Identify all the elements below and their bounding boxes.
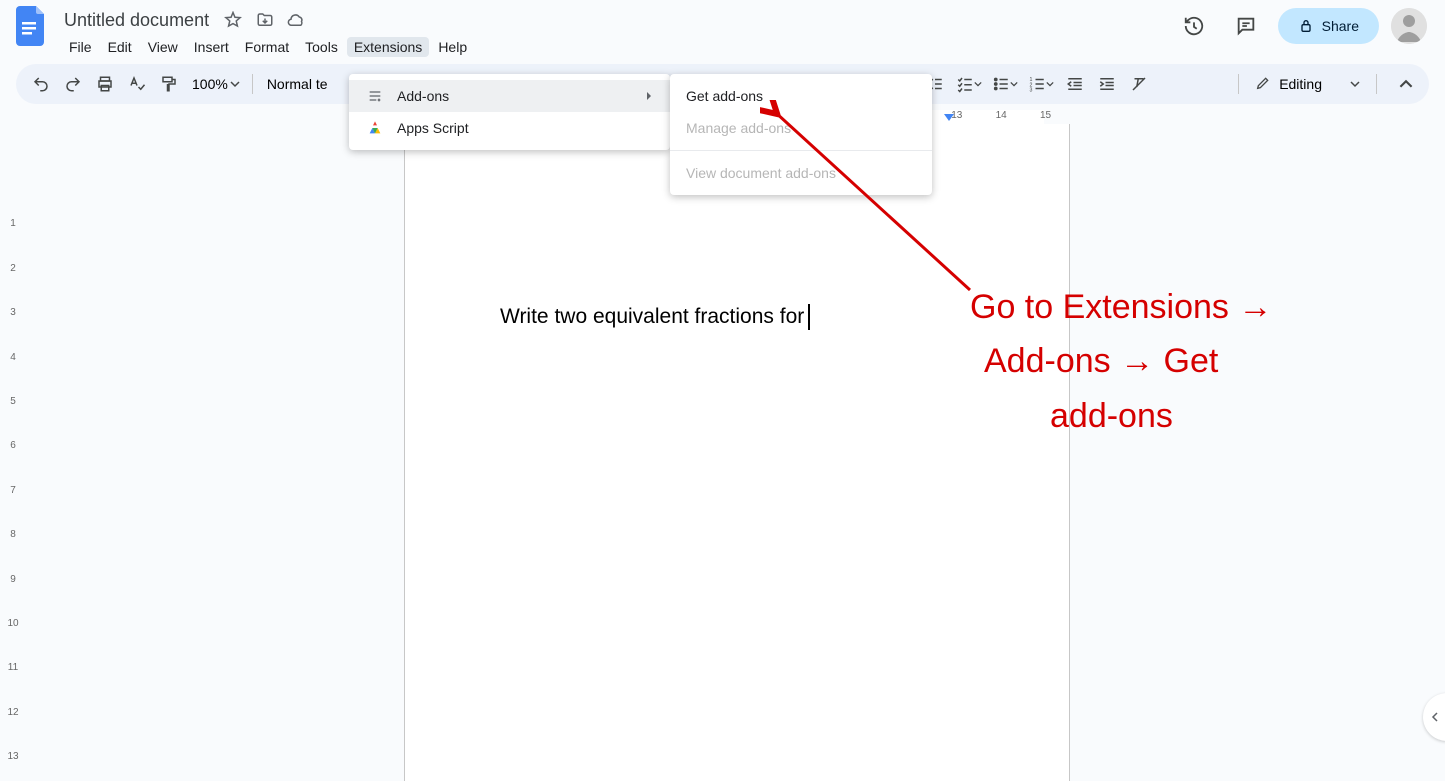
addons-menu-item-get-add-ons[interactable]: Get add-ons [670,80,932,112]
menu-item-label: Apps Script [397,120,469,136]
ruler-tick: 11 [0,662,26,673]
clear-formatting-button[interactable] [1124,69,1154,99]
menu-help[interactable]: Help [431,37,474,57]
ruler-tick: 15 [1040,110,1051,121]
side-panel-toggle[interactable] [1423,693,1445,741]
cloud-status-icon[interactable] [285,8,309,32]
numbered-list-button[interactable]: 123 [1024,69,1058,99]
apps-script-icon [365,120,385,136]
addons-menu-item-view-document-add-ons: View document add-ons [670,157,932,189]
increase-indent-button[interactable] [1092,69,1122,99]
extensions-menu-item-add-ons[interactable]: Add-ons [349,80,670,112]
addons-submenu: Get add-onsManage add-ons View document a… [670,74,932,195]
checklist-button[interactable] [952,69,986,99]
document-page[interactable] [404,182,1070,781]
ruler-tick: 4 [0,352,26,363]
menu-file[interactable]: File [62,37,99,57]
paint-format-button[interactable] [154,69,184,99]
zoom-label: 100% [192,76,228,92]
collapse-toolbar-button[interactable] [1393,69,1419,99]
ruler-tick: 7 [0,485,26,496]
extensions-menu-item-apps-script[interactable]: Apps Script [349,112,670,144]
ruler-tick: 14 [996,110,1007,121]
menu-format[interactable]: Format [238,37,296,57]
menu-item-label: Add-ons [397,88,449,104]
ruler-tick: 13 [0,751,26,762]
menu-insert[interactable]: Insert [187,37,236,57]
ruler-tick: 12 [0,707,26,718]
account-avatar[interactable] [1391,8,1427,44]
ruler-tick: 9 [0,574,26,585]
extensions-menu: Add-ons Apps Script [349,74,670,150]
docs-logo[interactable] [12,6,52,46]
mode-select[interactable]: Editing [1245,69,1370,99]
addons-menu-item-manage-add-ons: Manage add-ons [670,112,932,144]
ruler-tick: 6 [0,440,26,451]
decrease-indent-button[interactable] [1060,69,1090,99]
addons-icon [365,88,385,104]
menu-edit[interactable]: Edit [101,37,139,57]
ruler-tick: 8 [0,529,26,540]
undo-button[interactable] [26,69,56,99]
print-button[interactable] [90,69,120,99]
menu-view[interactable]: View [141,37,185,57]
svg-text:3: 3 [1029,88,1032,94]
document-title[interactable]: Untitled document [60,8,213,33]
redo-button[interactable] [58,69,88,99]
vertical-ruler: 12345678910111213 [0,124,26,781]
ruler-tick: 10 [0,618,26,629]
spellcheck-button[interactable] [122,69,152,99]
menu-extensions[interactable]: Extensions [347,37,429,57]
document-body-text[interactable]: Write two equivalent fractions for [500,304,810,330]
text-cursor [808,304,810,330]
ruler-tick: 1 [0,218,26,229]
star-icon[interactable] [221,8,245,32]
paragraph-style-select[interactable]: Normal te [259,69,336,99]
share-label: Share [1322,18,1359,34]
ruler-tick: 5 [0,396,26,407]
history-icon[interactable] [1174,6,1214,46]
zoom-select[interactable]: 100% [186,69,246,99]
ruler-tick: 3 [0,307,26,318]
ruler-indent-marker[interactable] [944,114,954,121]
paragraph-style-label: Normal te [267,76,328,92]
mode-label: Editing [1279,76,1322,92]
comments-icon[interactable] [1226,6,1266,46]
move-icon[interactable] [253,8,277,32]
menu-tools[interactable]: Tools [298,37,345,57]
menu-separator [670,150,932,151]
ruler-tick: 2 [0,263,26,274]
share-button[interactable]: Share [1278,8,1379,44]
submenu-arrow-icon [644,88,654,104]
bulleted-list-button[interactable] [988,69,1022,99]
menubar: FileEditViewInsertFormatToolsExtensionsH… [60,34,1166,60]
